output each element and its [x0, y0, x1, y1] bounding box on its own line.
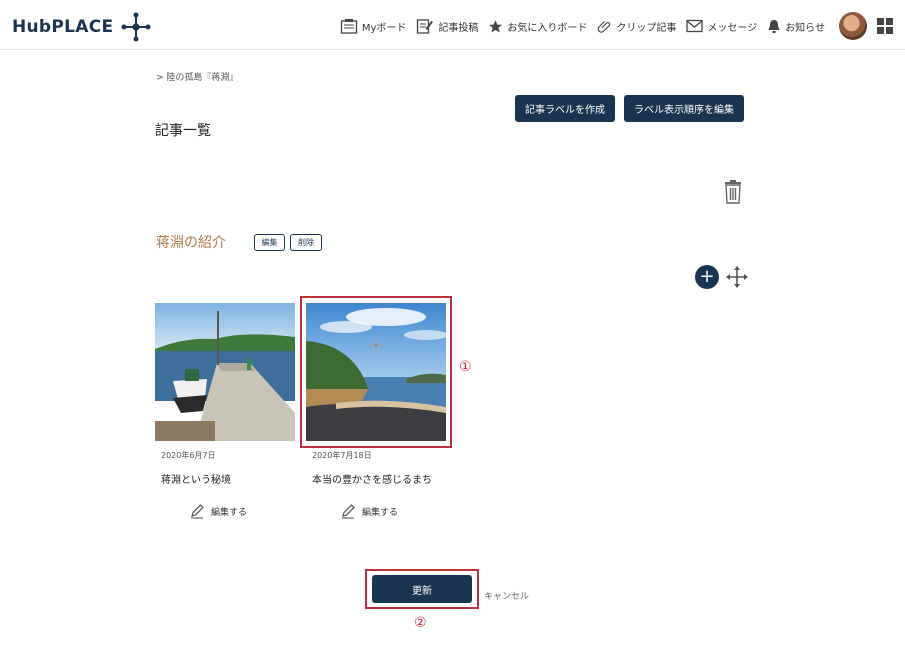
- pencil-icon: [191, 504, 204, 519]
- nav-favorite[interactable]: お気に入りボード: [488, 19, 587, 34]
- nav-post[interactable]: 記事投稿: [416, 18, 478, 34]
- article-title[interactable]: 本当の豊かさを感じるまち: [306, 471, 446, 486]
- breadcrumb[interactable]: > 陸の孤島『蒋淵』: [156, 70, 238, 83]
- nav-message-label: メッセージ: [707, 22, 758, 34]
- cancel-link[interactable]: キャンセル: [484, 589, 529, 602]
- nav-message[interactable]: メッセージ: [686, 19, 757, 34]
- star-icon: [489, 19, 503, 32]
- article-edit-button[interactable]: 編集する: [306, 503, 446, 519]
- article-thumbnail[interactable]: [155, 303, 295, 441]
- add-article-button[interactable]: +: [695, 265, 719, 289]
- page-title: 記事一覧: [155, 123, 211, 139]
- label-edit-button[interactable]: 編集: [254, 234, 285, 251]
- bell-icon: [768, 19, 780, 33]
- label-title: 蒋淵の紹介: [156, 235, 226, 251]
- nav-notice-label: お知らせ: [785, 22, 825, 34]
- nav-myboard-label: Myボード: [361, 22, 407, 34]
- article-card[interactable]: 2020年6月7日 蒋淵という秘境 編集する: [155, 303, 295, 519]
- logo[interactable]: HubPLACE: [12, 12, 151, 42]
- nav-clip[interactable]: クリップ記事: [597, 19, 676, 34]
- nav-myboard[interactable]: Myボード: [340, 18, 407, 34]
- article-date: 2020年7月18日: [312, 451, 372, 460]
- mail-icon: [686, 19, 704, 33]
- post-icon: [417, 19, 434, 34]
- main-nav: Myボード 記事投稿 お気に入りボード クリップ記事 メッセージ お知らせ: [330, 11, 893, 41]
- create-label-button[interactable]: 記事ラベルを作成: [515, 95, 615, 122]
- logo-mark-icon: [121, 12, 151, 42]
- highlight-box-card: [300, 296, 452, 448]
- app-grid-icon[interactable]: [877, 18, 893, 34]
- annotation-marker-1: ①: [459, 359, 472, 375]
- highlight-box-update: [365, 569, 479, 609]
- trash-icon[interactable]: [722, 180, 744, 204]
- article-edit-label: 編集する: [211, 507, 248, 518]
- avatar[interactable]: [839, 12, 867, 40]
- board-icon: [340, 19, 357, 34]
- pencil-icon: [342, 504, 355, 519]
- edit-label-order-button[interactable]: ラベル表示順序を編集: [624, 95, 744, 122]
- harbor-photo: [155, 303, 295, 441]
- nav-favorite-label: お気に入りボード: [507, 22, 588, 34]
- article-edit-label: 編集する: [362, 507, 399, 518]
- nav-notice[interactable]: お知らせ: [767, 19, 825, 34]
- article-edit-button[interactable]: 編集する: [155, 503, 295, 519]
- nav-post-label: 記事投稿: [438, 22, 479, 34]
- top-header: HubPLACE Myボード 記事投稿 お気に入りボード クリップ記事 メッセー…: [0, 0, 905, 50]
- label-delete-button[interactable]: 削除: [290, 234, 322, 251]
- article-date: 2020年6月7日: [161, 451, 216, 460]
- logo-text: HubPLACE: [12, 17, 114, 37]
- nav-clip-label: クリップ記事: [616, 22, 677, 34]
- annotation-marker-2: ②: [414, 615, 427, 631]
- clip-icon: [598, 20, 611, 33]
- article-title[interactable]: 蒋淵という秘境: [155, 471, 295, 486]
- move-icon[interactable]: [725, 265, 749, 289]
